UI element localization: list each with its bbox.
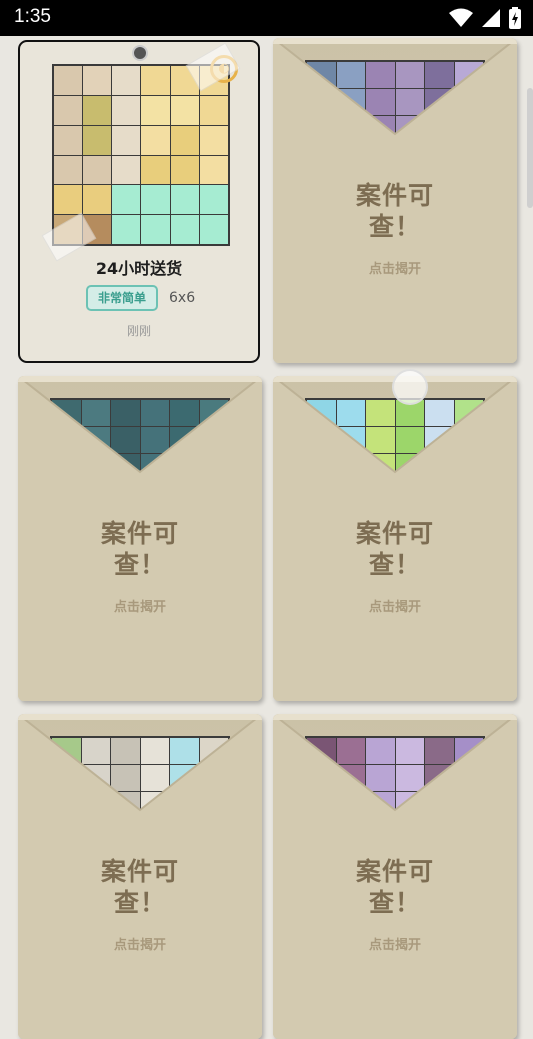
- reveal-hint: 点击揭开: [113, 600, 166, 615]
- case-title: 案件可 查！: [273, 180, 517, 242]
- scrollbar[interactable]: [527, 88, 533, 208]
- difficulty-badge: 非常简单: [86, 285, 158, 311]
- grid-size: 6x6: [169, 290, 196, 306]
- case-title: 案件可 查！: [273, 856, 517, 918]
- wifi-icon: [449, 8, 473, 27]
- reveal-hint: 点击揭开: [368, 938, 421, 953]
- signal-icon: [482, 9, 500, 27]
- case-title: 案件可 查！: [273, 518, 517, 580]
- status-time: 1:35: [14, 6, 51, 27]
- case-card-locked[interactable]: 案件可 查！ 点击揭开: [18, 376, 262, 701]
- case-title-line: 案件可: [100, 519, 179, 548]
- case-name: 24小时送货: [95, 259, 183, 278]
- case-title-line: 案件可: [355, 181, 434, 210]
- case-title-line: 查！: [113, 550, 166, 579]
- status-bar: 1:35: [0, 0, 533, 36]
- reveal-hint: 点击揭开: [368, 600, 421, 615]
- case-card-solved[interactable]: ◐ 24小时送货 非常简单 6x6 刚刚: [18, 40, 260, 363]
- case-title-line: 查！: [368, 550, 421, 579]
- status-icons: [449, 7, 521, 29]
- case-card-locked[interactable]: 案件可 查！ 点击揭开: [18, 714, 262, 1039]
- reveal-hint: 点击揭开: [368, 262, 421, 277]
- case-title-line: 案件可: [355, 857, 434, 886]
- reveal-hint: 点击揭开: [113, 938, 166, 953]
- case-title-line: 案件可: [100, 857, 179, 886]
- case-card-locked[interactable]: 案件可 查！ 点击揭开: [273, 38, 517, 363]
- case-title-line: 查！: [368, 888, 421, 917]
- case-title-line: 查！: [113, 888, 166, 917]
- case-title-line: 查！: [368, 212, 421, 241]
- solved-time: 刚刚: [126, 324, 151, 338]
- case-title-line: 案件可: [355, 519, 434, 548]
- case-card-locked[interactable]: 案件可 查！ 点击揭开: [273, 376, 517, 701]
- pin-icon: [132, 45, 148, 61]
- case-title: 案件可 查！: [18, 856, 262, 918]
- battery-icon: [509, 7, 521, 29]
- case-card-locked[interactable]: 案件可 查！ 点击揭开: [273, 714, 517, 1039]
- touch-indicator: [392, 369, 428, 405]
- case-title: 案件可 查！: [18, 518, 262, 580]
